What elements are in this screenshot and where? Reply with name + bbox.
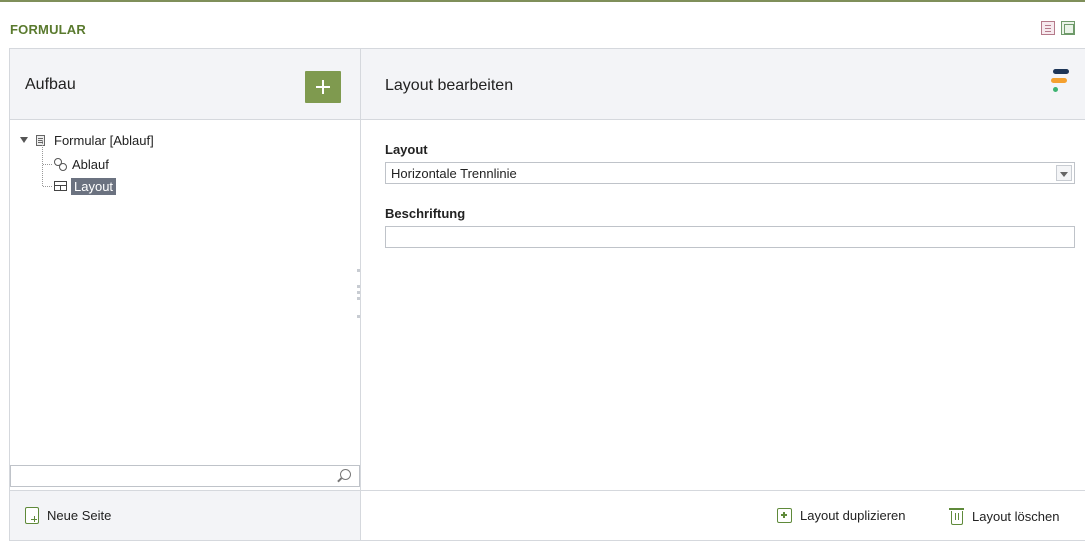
header-bar: FORMULAR bbox=[0, 2, 1085, 48]
add-button[interactable] bbox=[305, 71, 341, 103]
layout-select[interactable]: Horizontale Trennlinie bbox=[385, 162, 1075, 184]
new-page-icon bbox=[25, 507, 39, 524]
header-icons bbox=[1041, 21, 1075, 35]
tree-connector bbox=[43, 186, 52, 187]
tree-item-label: Ablauf bbox=[72, 156, 109, 172]
tree-item-formular[interactable]: Formular [Ablauf] bbox=[20, 131, 154, 149]
delete-layout-button[interactable]: Layout löschen bbox=[949, 508, 1060, 525]
gear-icon bbox=[54, 158, 67, 171]
edit-panel-title: Layout bearbeiten bbox=[385, 77, 514, 94]
tree-connector bbox=[43, 164, 52, 165]
duplicate-layout-label: Layout duplizieren bbox=[800, 508, 906, 523]
page-title: FORMULAR bbox=[10, 22, 86, 37]
tree-item-label: Formular [Ablauf] bbox=[54, 132, 154, 148]
search-icon[interactable] bbox=[340, 469, 351, 480]
tree-item-ablauf[interactable]: Ablauf bbox=[54, 155, 109, 173]
structure-panel-header: Aufbau bbox=[10, 49, 360, 120]
structure-panel-footer: Neue Seite bbox=[10, 490, 360, 540]
duplicate-layout-button[interactable]: Layout duplizieren bbox=[777, 508, 906, 523]
caption-input[interactable] bbox=[385, 226, 1075, 248]
chevron-down-icon[interactable] bbox=[1056, 165, 1072, 181]
trash-icon bbox=[949, 508, 964, 525]
tree-item-label: Layout bbox=[71, 177, 117, 195]
structure-panel: Aufbau Formular [Ablauf] Ablauf Layout N… bbox=[10, 49, 361, 540]
new-page-label: Neue Seite bbox=[47, 508, 112, 523]
new-page-button[interactable]: Neue Seite bbox=[25, 507, 111, 524]
edit-panel-footer: Layout duplizieren Layout löschen bbox=[361, 490, 1085, 540]
structure-panel-title: Aufbau bbox=[25, 76, 76, 93]
document-icon[interactable] bbox=[1041, 21, 1055, 35]
layout-field-label: Layout bbox=[385, 142, 428, 157]
form-editor: Aufbau Formular [Ablauf] Ablauf Layout N… bbox=[9, 48, 1085, 541]
edit-panel-header: Layout bearbeiten bbox=[361, 49, 1085, 120]
duplicate-icon bbox=[777, 508, 792, 523]
caret-down-icon[interactable] bbox=[20, 137, 28, 143]
tree-search-input[interactable] bbox=[10, 465, 360, 487]
brand-logo bbox=[1051, 69, 1071, 99]
form-icon bbox=[36, 134, 45, 146]
tree-connector bbox=[42, 140, 43, 186]
window-icon[interactable] bbox=[1061, 21, 1075, 35]
tree-item-layout[interactable]: Layout bbox=[54, 177, 117, 195]
structure-tree: Formular [Ablauf] Ablauf Layout bbox=[10, 121, 360, 461]
layout-icon bbox=[54, 181, 67, 191]
delete-layout-label: Layout löschen bbox=[972, 509, 1060, 524]
layout-select-value: Horizontale Trennlinie bbox=[391, 166, 517, 181]
edit-panel: Layout bearbeiten Layout Horizontale Tre… bbox=[361, 49, 1085, 540]
caption-field-label: Beschriftung bbox=[385, 206, 466, 221]
